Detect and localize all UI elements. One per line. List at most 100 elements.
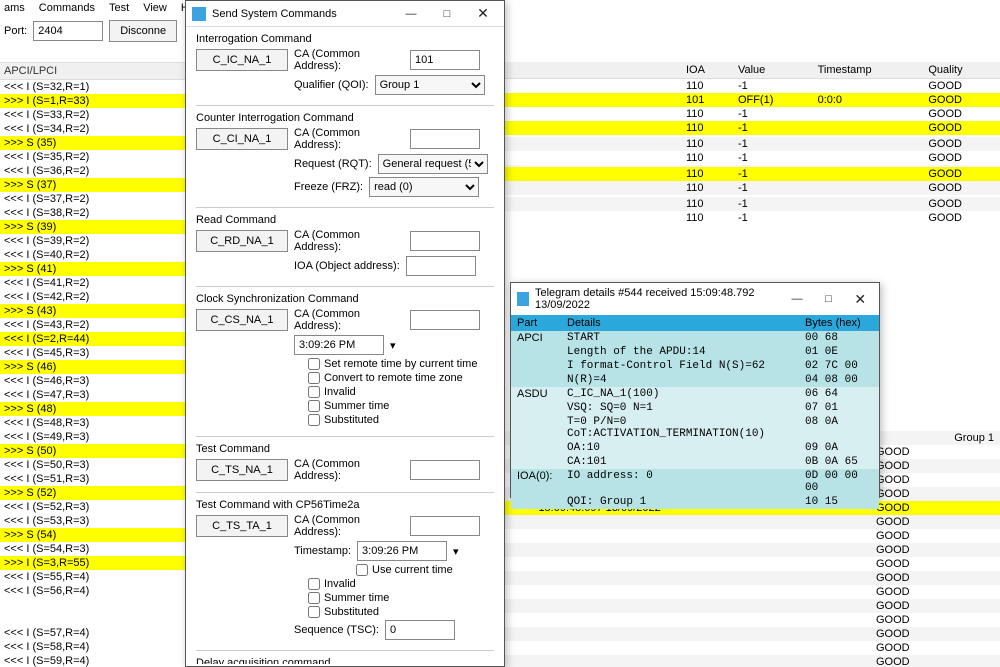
details-row[interactable]: N(R)=404 08 00: [511, 373, 879, 387]
log-row[interactable]: >>> S (46): [0, 360, 190, 374]
c-cs-na-1-button[interactable]: C_CS_NA_1: [196, 309, 288, 331]
log-row[interactable]: <<< I (S=56,R=4): [0, 584, 190, 598]
log-row[interactable]: >>> S (37): [0, 178, 190, 192]
col-bytes[interactable]: Bytes (hex): [799, 315, 879, 331]
chk-invalid[interactable]: [308, 386, 320, 398]
ioa-input[interactable]: [406, 256, 476, 276]
port-input[interactable]: [33, 21, 103, 41]
chk-convert-tz[interactable]: [308, 372, 320, 384]
menu-view[interactable]: View: [143, 2, 167, 14]
log-row[interactable]: <<< I (S=34,R=2): [0, 122, 190, 136]
maximize-button[interactable]: □: [816, 293, 842, 305]
details-row[interactable]: APCISTART00 68: [511, 331, 879, 345]
log-row[interactable]: <<< I (S=2,R=44): [0, 332, 190, 346]
log-row[interactable]: <<< I (S=58,R=4): [0, 640, 190, 654]
log-row[interactable]: <<< I (S=32,R=1): [0, 80, 190, 94]
frz-select[interactable]: read (0): [369, 177, 479, 197]
details-row[interactable]: T=0 P/N=0 CoT:ACTIVATION_TERMINATION(10)…: [511, 415, 879, 441]
log-row[interactable]: >>> S (54): [0, 528, 190, 542]
log-row[interactable]: <<< I (S=45,R=3): [0, 346, 190, 360]
minimize-button[interactable]: —: [396, 8, 426, 20]
c-ic-na-1-button[interactable]: C_IC_NA_1: [196, 49, 288, 71]
minimize-button[interactable]: —: [784, 293, 810, 305]
log-row[interactable]: <<< I (S=59,R=4): [0, 654, 190, 667]
details-row[interactable]: ASDUC_IC_NA_1(100)06 64: [511, 387, 879, 401]
chk-usecurrent[interactable]: [356, 564, 368, 576]
ts-input[interactable]: [357, 541, 447, 561]
log-row[interactable]: >>> S (41): [0, 262, 190, 276]
c-ts-ta-1-button[interactable]: C_TS_TA_1: [196, 515, 288, 537]
log-row[interactable]: <<< I (S=40,R=2): [0, 248, 190, 262]
close-button[interactable]: ✕: [468, 5, 498, 22]
log-row[interactable]: <<< I (S=57,R=4): [0, 626, 190, 640]
log-row[interactable]: <<< I (S=37,R=2): [0, 192, 190, 206]
dropdown-icon[interactable]: ▾: [390, 339, 396, 352]
log-row[interactable]: <<< I (S=46,R=3): [0, 374, 190, 388]
log-row[interactable]: <<< I (S=43,R=2): [0, 318, 190, 332]
ca-input[interactable]: [410, 231, 480, 251]
ca-input[interactable]: [410, 50, 480, 70]
log-row[interactable]: >>> S (39): [0, 220, 190, 234]
ca-input[interactable]: [410, 516, 480, 536]
dialog-titlebar[interactable]: Send System Commands — □ ✕: [186, 1, 504, 27]
chk-summer[interactable]: [308, 592, 320, 604]
log-row[interactable]: >>> S (52): [0, 486, 190, 500]
col-value[interactable]: Value: [732, 62, 812, 79]
log-row[interactable]: <<< I (S=47,R=3): [0, 388, 190, 402]
col-part[interactable]: Part: [511, 315, 561, 331]
col-ioa[interactable]: IOA: [680, 62, 732, 79]
qoi-select[interactable]: Group 1: [375, 75, 485, 95]
details-row[interactable]: CA:1010B 0A 65: [511, 455, 879, 469]
c-ci-na-1-button[interactable]: C_CI_NA_1: [196, 128, 288, 150]
log-row[interactable]: <<< I (S=38,R=2): [0, 206, 190, 220]
maximize-button[interactable]: □: [432, 8, 462, 20]
time-input[interactable]: [294, 335, 384, 355]
c-ts-na-1-button[interactable]: C_TS_NA_1: [196, 459, 288, 481]
details-row[interactable]: I format-Control Field N(S)=6202 7C 00: [511, 359, 879, 373]
log-row[interactable]: <<< I (S=55,R=4): [0, 570, 190, 584]
details-row[interactable]: OA:1009 0A: [511, 441, 879, 455]
details-row[interactable]: IOA(0):IO address: 00D 00 00 00: [511, 469, 879, 495]
menu-ams[interactable]: ams: [4, 2, 25, 14]
log-row[interactable]: <<< I (S=53,R=3): [0, 514, 190, 528]
chk-substituted[interactable]: [308, 414, 320, 426]
log-row[interactable]: >>> S (48): [0, 402, 190, 416]
seq-input[interactable]: [385, 620, 455, 640]
close-button[interactable]: ✕: [847, 291, 873, 308]
log-row[interactable]: >>> S (50): [0, 444, 190, 458]
log-row[interactable]: >>> S (35): [0, 136, 190, 150]
chk-invalid[interactable]: [308, 578, 320, 590]
log-row[interactable]: >>> S (43): [0, 304, 190, 318]
log-row[interactable]: <<< I (S=54,R=3): [0, 542, 190, 556]
menu-commands[interactable]: Commands: [39, 2, 95, 14]
ca-input[interactable]: [410, 129, 480, 149]
log-row[interactable]: >>> I (S=1,R=33): [0, 94, 190, 108]
log-row[interactable]: <<< I (S=39,R=2): [0, 234, 190, 248]
menu-test[interactable]: Test: [109, 2, 129, 14]
details-row[interactable]: VSQ: SQ=0 N=107 01: [511, 401, 879, 415]
details-row[interactable]: Length of the APDU:1401 0E: [511, 345, 879, 359]
c-rd-na-1-button[interactable]: C_RD_NA_1: [196, 230, 288, 252]
col-quality[interactable]: Quality: [922, 62, 1000, 79]
log-row[interactable]: <<< I (S=48,R=3): [0, 416, 190, 430]
log-row[interactable]: <<< I (S=36,R=2): [0, 164, 190, 178]
dialog-titlebar[interactable]: Telegram details #544 received 15:09:48.…: [511, 283, 879, 315]
log-row[interactable]: <<< I (S=49,R=3): [0, 430, 190, 444]
log-row[interactable]: <<< I (S=51,R=3): [0, 472, 190, 486]
log-row[interactable]: <<< I (S=50,R=3): [0, 458, 190, 472]
log-row[interactable]: <<< I (S=35,R=2): [0, 150, 190, 164]
log-row[interactable]: <<< I (S=33,R=2): [0, 108, 190, 122]
chk-remote-time[interactable]: [308, 358, 320, 370]
ca-input[interactable]: [410, 460, 480, 480]
log-row[interactable]: <<< I (S=41,R=2): [0, 276, 190, 290]
col-ts[interactable]: Timestamp: [812, 62, 923, 79]
details-row[interactable]: QOI: Group 110 15: [511, 495, 879, 509]
log-row[interactable]: <<< I (S=52,R=3): [0, 500, 190, 514]
chk-summer[interactable]: [308, 400, 320, 412]
rqt-select[interactable]: General request (5): [378, 154, 488, 174]
col-details[interactable]: Details: [561, 315, 799, 331]
ca-input[interactable]: [410, 310, 480, 330]
chk-substituted[interactable]: [308, 606, 320, 618]
log-row[interactable]: <<< I (S=42,R=2): [0, 290, 190, 304]
log-row[interactable]: >>> I (S=3,R=55): [0, 556, 190, 570]
